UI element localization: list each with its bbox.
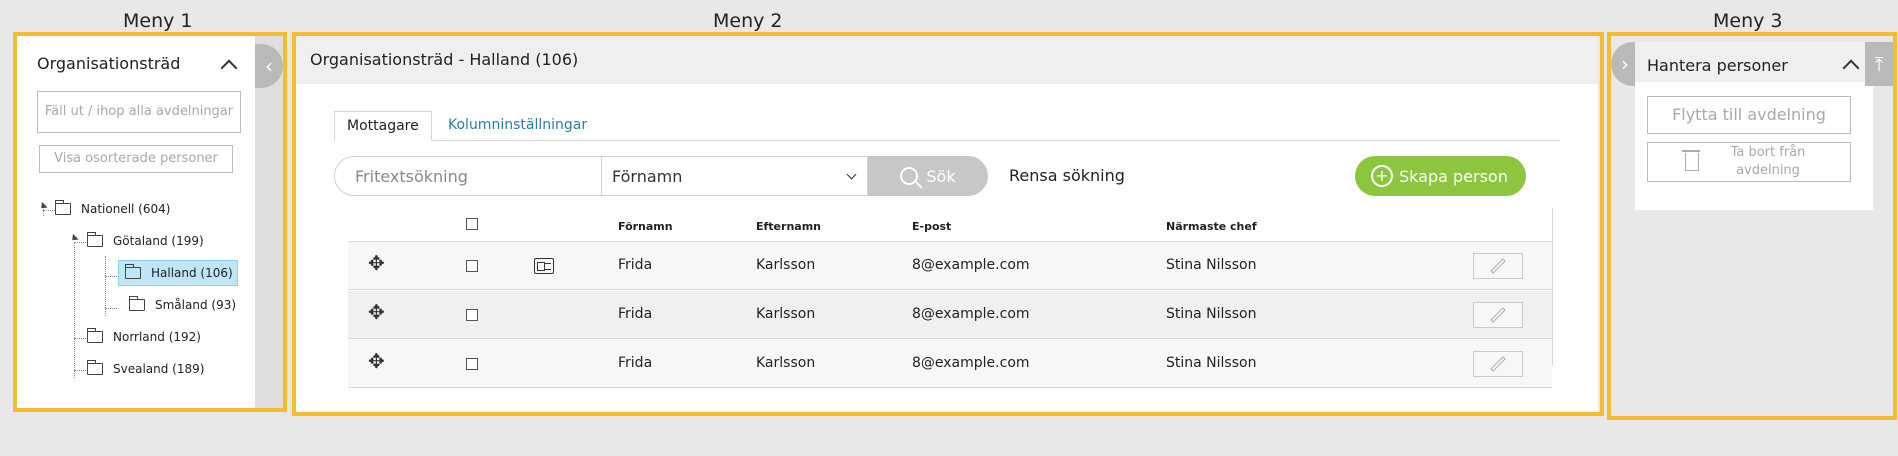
row-checkbox[interactable] (466, 309, 478, 321)
page-title: Organisationsträd - Halland (106) (310, 50, 579, 69)
show-unsorted-button[interactable]: Visa osorterade personer (39, 145, 233, 173)
move-icon[interactable]: ✥ (368, 300, 385, 324)
row-checkbox[interactable] (466, 260, 478, 272)
move-icon[interactable]: ✥ (368, 251, 385, 275)
tree-item-label: Norrland (192) (113, 330, 201, 344)
move-icon[interactable]: ✥ (368, 349, 385, 373)
cell-last: Karlsson (756, 306, 816, 322)
cell-email: 8@example.com (912, 306, 1030, 322)
cell-email: 8@example.com (912, 257, 1030, 273)
folder-icon (54, 200, 71, 215)
table-row[interactable]: ✥ Frida Karlsson 8@example.com Stina Nil… (348, 291, 1552, 339)
tree-item-gotaland[interactable]: Götaland (199) (86, 228, 204, 254)
org-tree-title: Organisationsträd (37, 54, 181, 73)
cell-email: 8@example.com (912, 355, 1030, 371)
trash-icon (1682, 150, 1700, 171)
cell-first: Frida (618, 355, 653, 371)
scroll-top-button[interactable]: ⤒ (1865, 42, 1893, 86)
create-person-label: Skapa person (1399, 166, 1508, 186)
menu-1-frame: Organisationsträd Fäll ut / ihop alla av… (13, 32, 287, 412)
cell-last: Karlsson (756, 355, 816, 371)
tree-item-label: Götaland (199) (113, 234, 204, 248)
cell-first: Frida (618, 257, 653, 273)
table-row[interactable]: ✥ Frida Karlsson 8@example.com Stina Nil… (348, 242, 1552, 290)
search-field-value: Förnamn (612, 166, 683, 186)
chevron-down-icon (846, 169, 857, 180)
column-header-last[interactable]: Efternamn (756, 220, 821, 233)
folder-icon (86, 232, 103, 247)
expand-all-button[interactable]: Fäll ut / ihop alla avdelningar (37, 91, 241, 133)
arrow-to-top-icon: ⤒ (1874, 52, 1884, 76)
tree-item-norrland[interactable]: Norrland (192) (86, 324, 201, 350)
manage-persons-title: Hantera personer (1647, 56, 1788, 75)
menu-3-frame: › Hantera personer ⤒ Flytta till avdelni… (1607, 32, 1897, 420)
tree-item-halland[interactable]: Halland (106) (118, 260, 238, 286)
tree-item-nationell[interactable]: Nationell (604) (54, 196, 171, 222)
search-button-label: Sök (926, 166, 956, 186)
cell-manager: Stina Nilsson (1166, 306, 1257, 322)
tree-item-label: Småland (93) (155, 298, 237, 312)
pencil-icon (1490, 258, 1506, 274)
search-field-select[interactable]: Förnamn (602, 156, 868, 196)
column-header-manager[interactable]: Närmaste chef (1166, 220, 1257, 233)
label-meny-1: Meny 1 (123, 10, 193, 32)
tree-item-label: Halland (106) (151, 266, 233, 280)
column-header-first[interactable]: Förnamn (618, 220, 673, 233)
table-row[interactable]: ✥ Frida Karlsson 8@example.com Stina Nil… (348, 340, 1552, 388)
remove-label: Ta bort från avdelning (1730, 145, 1806, 178)
menu-2-header: Organisationsträd - Halland (106) (296, 36, 1598, 84)
remove-from-department-button[interactable]: Ta bort från avdelning (1647, 142, 1851, 182)
column-header-email[interactable]: E-post (912, 220, 951, 233)
search-icon (900, 167, 919, 185)
cell-first: Frida (618, 306, 653, 322)
chevron-up-icon[interactable] (220, 59, 238, 77)
plus-icon: + (1371, 165, 1393, 187)
contact-card-icon[interactable] (534, 258, 554, 274)
folder-icon (86, 328, 103, 343)
org-tree-panel: Organisationsträd Fäll ut / ihop alla av… (17, 36, 255, 408)
create-person-button[interactable]: + Skapa person (1355, 156, 1526, 196)
persons-table: Förnamn Efternamn E-post Närmaste chef ✥… (348, 208, 1554, 388)
tree-item-smaland[interactable]: Småland (93) (128, 292, 237, 318)
label-meny-3: Meny 3 (1713, 10, 1783, 32)
edit-button[interactable] (1473, 351, 1523, 377)
folder-icon (124, 264, 141, 279)
select-all-checkbox[interactable] (466, 218, 478, 230)
tree-item-svealand[interactable]: Svealand (189) (86, 356, 205, 382)
cell-manager: Stina Nilsson (1166, 257, 1257, 273)
tree-item-label: Nationell (604) (81, 202, 171, 216)
chevron-right-icon: › (1621, 52, 1629, 76)
label-meny-2: Meny 2 (713, 10, 783, 32)
cell-last: Karlsson (756, 257, 816, 273)
search-input[interactable]: Fritextsökning (334, 156, 602, 196)
chevron-left-icon: ‹ (265, 54, 273, 78)
tab-mottagare[interactable]: Mottagare (334, 111, 432, 141)
cell-manager: Stina Nilsson (1166, 355, 1257, 371)
row-checkbox[interactable] (466, 358, 478, 370)
menu-1-rail (255, 36, 283, 408)
clear-search-link[interactable]: Rensa sökning (1009, 166, 1125, 185)
tab-kolumninstallningar[interactable]: Kolumninställningar (436, 111, 599, 139)
move-to-department-button[interactable]: Flytta till avdelning (1647, 96, 1851, 134)
pencil-icon (1490, 356, 1506, 372)
folder-icon (128, 296, 145, 311)
search-bar: Fritextsökning Förnamn Sök (334, 156, 988, 196)
pencil-icon (1490, 307, 1506, 323)
search-button[interactable]: Sök (868, 156, 988, 196)
folder-icon (86, 360, 103, 375)
tree-item-label: Svealand (189) (113, 362, 205, 376)
edit-button[interactable] (1473, 302, 1523, 328)
menu-2-body: Mottagare Kolumninställningar Fritextsök… (296, 84, 1598, 412)
edit-button[interactable] (1473, 253, 1523, 279)
menu-2-frame: Organisationsträd - Halland (106) Mottag… (292, 32, 1604, 416)
